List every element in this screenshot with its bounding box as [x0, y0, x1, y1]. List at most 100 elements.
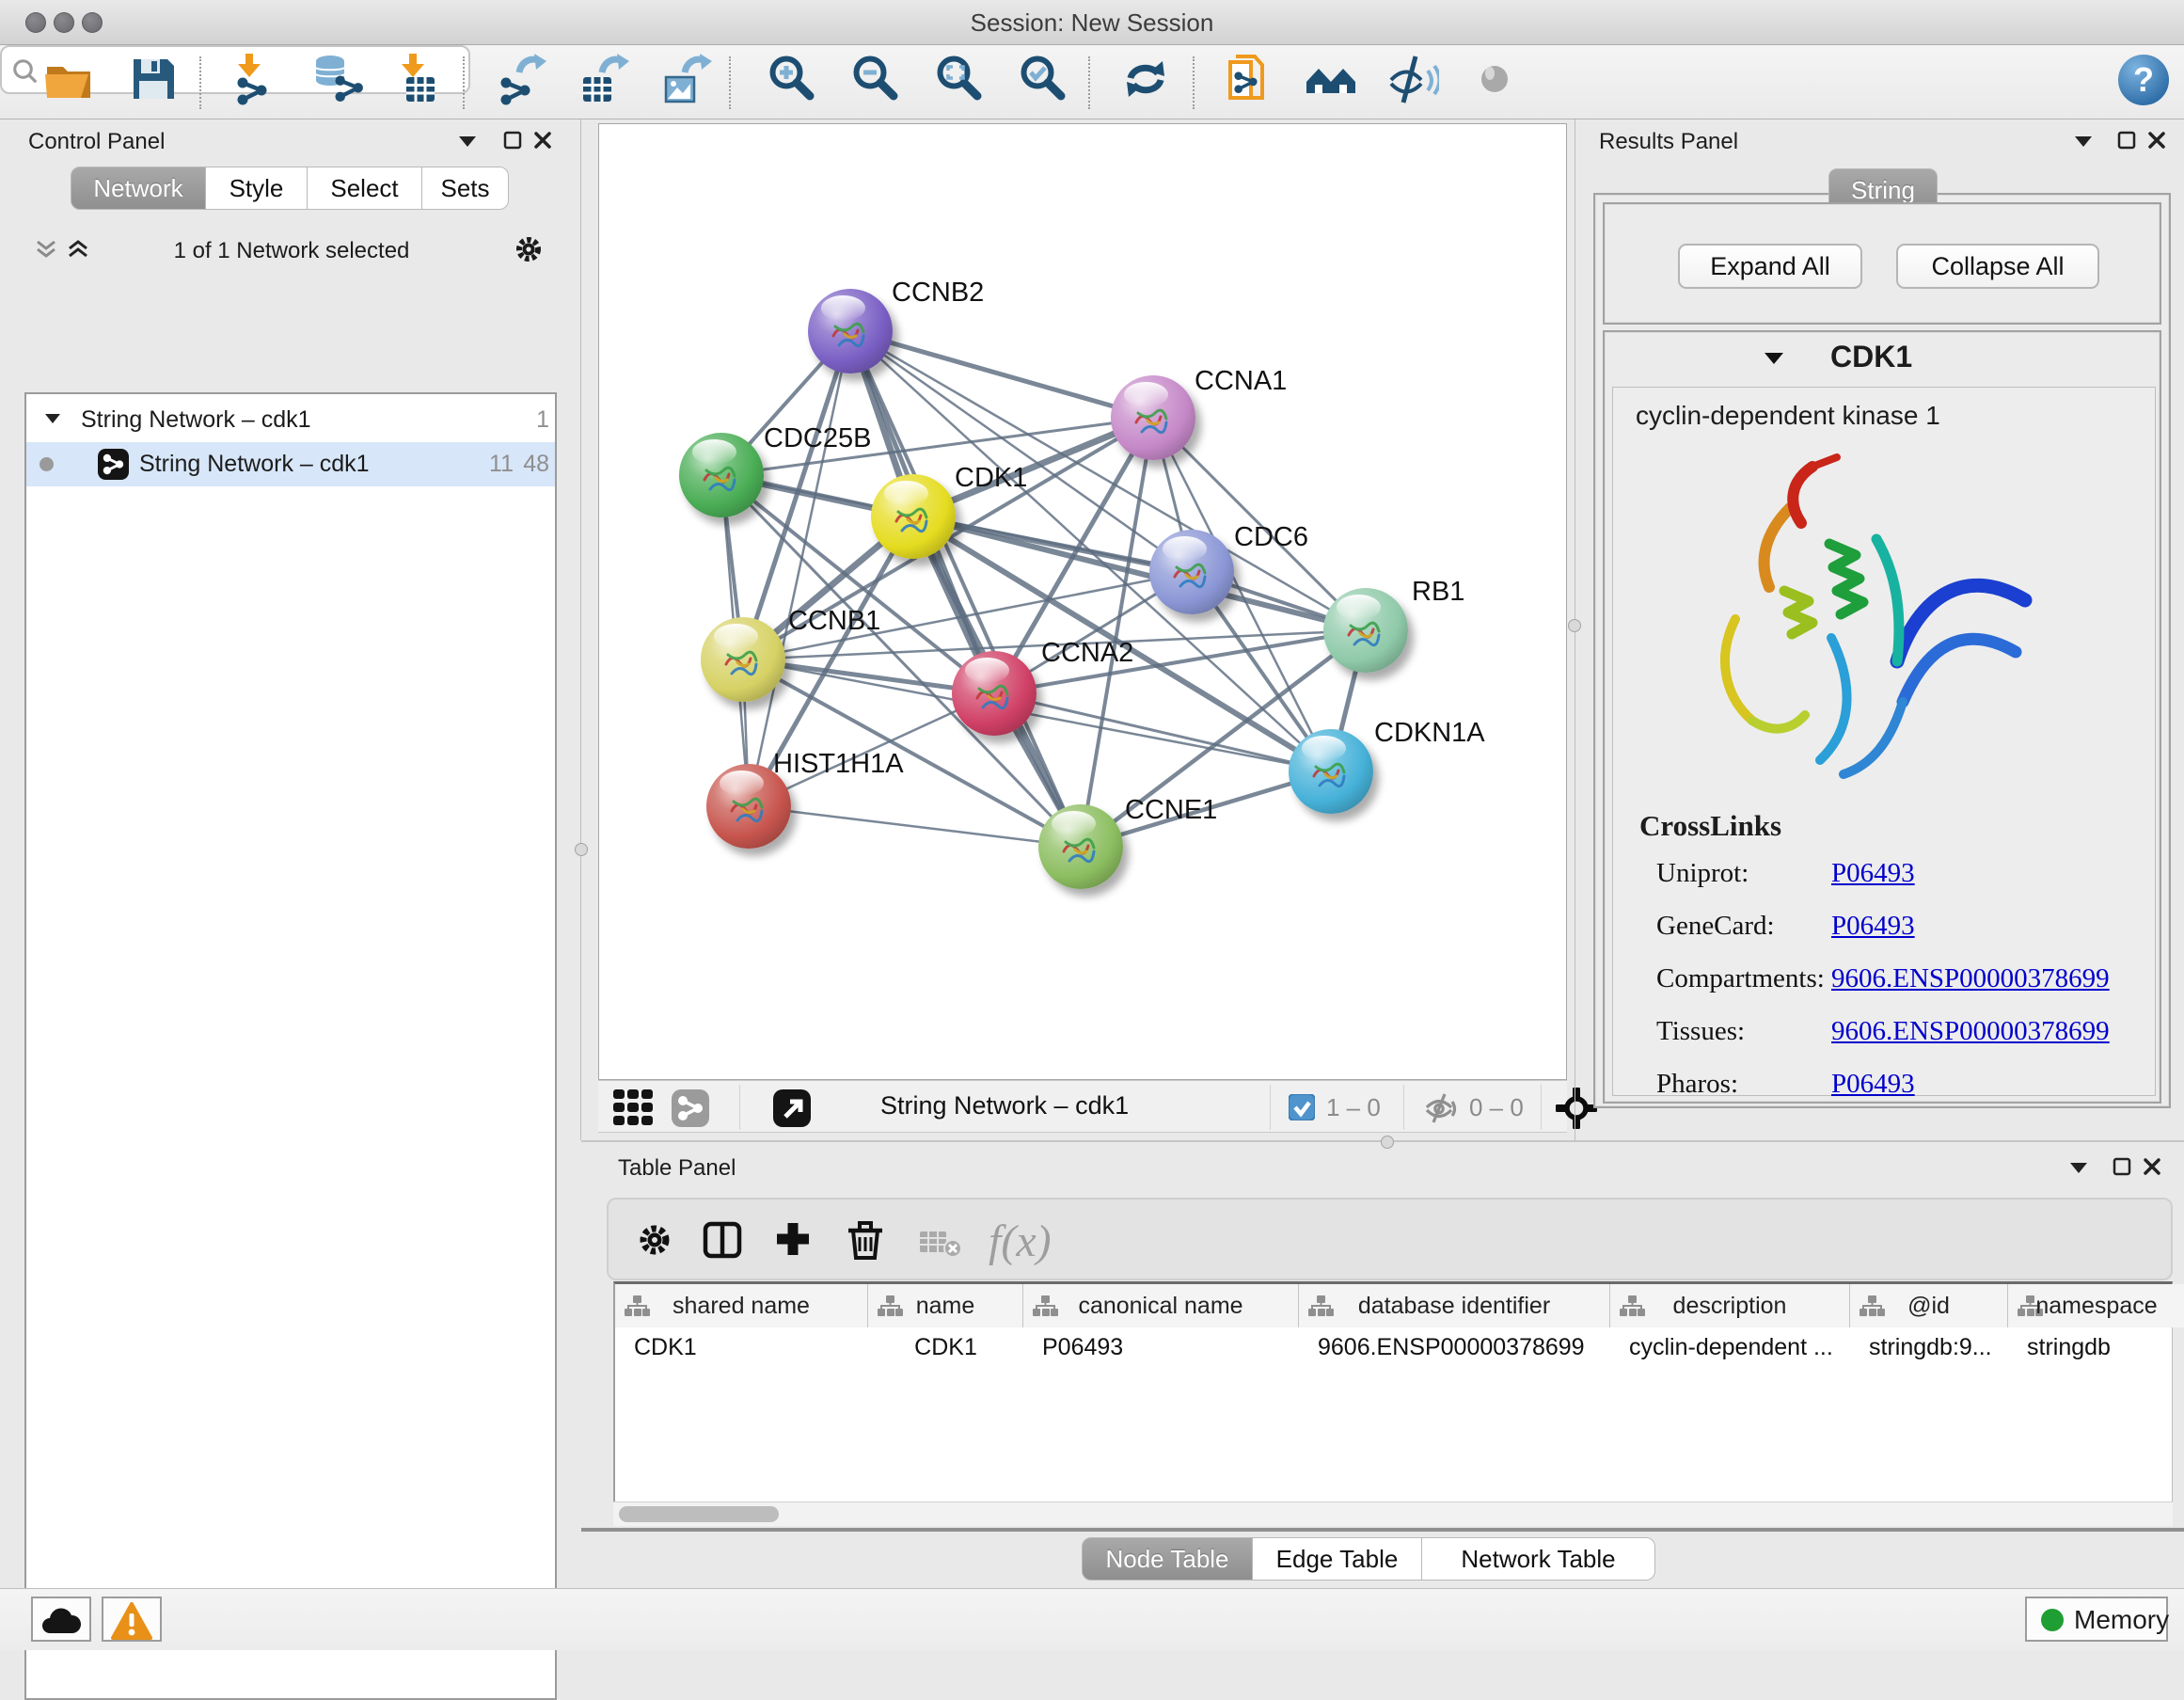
- table-cell[interactable]: CDK1: [868, 1327, 1023, 1367]
- tab-node-table[interactable]: Node Table: [1082, 1537, 1253, 1581]
- left-splitter-handle[interactable]: [575, 843, 588, 856]
- crosslink-label: Tissues:: [1656, 1016, 1745, 1047]
- results-panel: Results Panel String Expand All Collapse…: [1582, 119, 2184, 1140]
- table-cell[interactable]: cyclin-dependent ...: [1610, 1327, 1850, 1367]
- zoom-fit-button[interactable]: [934, 53, 990, 111]
- zoom-selected-button[interactable]: [1018, 53, 1074, 111]
- home-view-button[interactable]: [1305, 53, 1361, 111]
- collapse-panel-icon[interactable]: [2070, 1163, 2087, 1174]
- hidden-eye-icon[interactable]: [1420, 1092, 1460, 1124]
- network-node-CDC25B[interactable]: [679, 433, 764, 517]
- protein-thumbnail-icon: [1127, 394, 1179, 447]
- network-node-CCNA1[interactable]: [1111, 375, 1195, 460]
- toolbar-separator: [463, 56, 465, 109]
- close-panel-icon[interactable]: [533, 131, 552, 150]
- collapse-all-button[interactable]: Collapse All: [1896, 244, 2099, 289]
- memory-button[interactable]: Memory: [2025, 1597, 2168, 1642]
- table-horizontal-scrollbar[interactable]: [613, 1501, 2173, 1526]
- table-cell[interactable]: P06493: [1023, 1327, 1299, 1367]
- scrollbar-thumb[interactable]: [619, 1506, 779, 1522]
- column-header-description[interactable]: description: [1610, 1284, 1850, 1327]
- crosslink-value-link[interactable]: P06493: [1831, 911, 1915, 942]
- table-cell[interactable]: stringdb:9...: [1850, 1327, 2008, 1367]
- help-button[interactable]: ?: [2118, 55, 2169, 105]
- column-header-namespace[interactable]: namespace: [2008, 1284, 2184, 1327]
- add-column-icon[interactable]: [774, 1220, 812, 1258]
- zoom-fit-icon: [934, 53, 987, 105]
- right-splitter-handle[interactable]: [1568, 619, 1581, 632]
- export-table-button[interactable]: [578, 53, 634, 111]
- collapse-panel-icon[interactable]: [2075, 136, 2092, 148]
- refresh-view-button[interactable]: [1119, 53, 1176, 111]
- crosslink-value-link[interactable]: P06493: [1831, 1069, 1915, 1100]
- hide-details-button[interactable]: [1386, 53, 1443, 111]
- table-cell[interactable]: 9606.ENSP00000378699: [1299, 1327, 1610, 1367]
- network-node-CDC6[interactable]: [1149, 530, 1234, 614]
- cloud-button[interactable]: [31, 1597, 91, 1642]
- toolbar-separator: [729, 56, 731, 109]
- export-network-button[interactable]: [495, 53, 551, 111]
- network-node-CCNB2[interactable]: [808, 289, 893, 373]
- export-image-button[interactable]: [660, 53, 717, 111]
- zoom-out-button[interactable]: [850, 53, 907, 111]
- network-tree-row[interactable]: String Network – cdk11: [26, 398, 555, 442]
- network-canvas[interactable]: CCNB2CCNA1CDC25BCDK1CDC6RB1CCNB1CCNA2CDK…: [598, 123, 1567, 1080]
- column-header-databaseidentifier[interactable]: database identifier: [1299, 1284, 1610, 1327]
- table-cell[interactable]: stringdb: [2008, 1327, 2184, 1367]
- network-node-RB1[interactable]: [1323, 588, 1408, 673]
- warning-button[interactable]: [102, 1597, 162, 1642]
- close-panel-icon[interactable]: [2147, 131, 2166, 150]
- column-header-id[interactable]: @id: [1850, 1284, 2008, 1327]
- show-columns-icon[interactable]: [703, 1220, 742, 1260]
- save-session-button[interactable]: [127, 53, 183, 111]
- import-table-file-button[interactable]: [393, 53, 450, 111]
- close-panel-icon[interactable]: [2143, 1157, 2161, 1176]
- float-panel-icon[interactable]: [2113, 1157, 2131, 1176]
- expand-all-button[interactable]: Expand All: [1678, 244, 1862, 289]
- tab-select[interactable]: Select: [308, 167, 422, 210]
- tab-sets[interactable]: Sets: [422, 167, 509, 210]
- network-node-CCNE1[interactable]: [1038, 804, 1123, 889]
- selected-checkbox[interactable]: [1289, 1094, 1315, 1120]
- grid-view-icon[interactable]: [613, 1089, 657, 1125]
- float-panel-icon[interactable]: [2117, 131, 2136, 150]
- network-options-gear-icon[interactable]: [514, 234, 544, 264]
- share-document-button[interactable]: [1223, 53, 1279, 111]
- share-network-icon[interactable]: [672, 1089, 709, 1127]
- column-header-name[interactable]: name: [868, 1284, 1023, 1327]
- birdseye-icon[interactable]: [773, 1089, 811, 1127]
- crosslink-value-link[interactable]: 9606.ENSP00000378699: [1831, 1016, 2110, 1047]
- expand-all-icon[interactable]: [68, 240, 88, 259]
- collapse-all-icon[interactable]: [36, 240, 56, 259]
- tab-network-table[interactable]: Network Table: [1422, 1537, 1655, 1581]
- protein-thumbnail-icon: [968, 670, 1021, 723]
- network-node-CDKN1A[interactable]: [1289, 729, 1373, 814]
- zoom-in-button[interactable]: [767, 53, 823, 111]
- tree-expander-icon[interactable]: [45, 414, 60, 424]
- crosslink-value-link[interactable]: P06493: [1831, 858, 1915, 889]
- tab-style[interactable]: Style: [206, 167, 308, 210]
- tab-network[interactable]: Network: [71, 167, 206, 210]
- table-cell[interactable]: CDK1: [615, 1327, 868, 1367]
- network-tree-row[interactable]: String Network – cdk11148: [26, 442, 555, 486]
- divider: [580, 119, 581, 1140]
- show-details-button[interactable]: [1469, 53, 1526, 111]
- open-session-button[interactable]: [42, 53, 99, 111]
- network-node-CDK1[interactable]: [871, 474, 956, 559]
- crosslink-value-link[interactable]: 9606.ENSP00000378699: [1831, 963, 2110, 994]
- delete-column-icon[interactable]: [846, 1218, 885, 1262]
- node-table[interactable]: shared namenamecanonical namedatabase id…: [613, 1281, 2173, 1501]
- network-node-HIST1H1A[interactable]: [706, 764, 791, 849]
- import-network-file-button[interactable]: [229, 53, 286, 111]
- network-node-CCNA2[interactable]: [952, 651, 1037, 736]
- column-header-canonicalname[interactable]: canonical name: [1023, 1284, 1299, 1327]
- collapse-panel-icon[interactable]: [459, 136, 476, 148]
- network-node-CCNB1[interactable]: [701, 617, 785, 702]
- column-header-sharedname[interactable]: shared name: [615, 1284, 868, 1327]
- float-panel-icon[interactable]: [503, 131, 522, 150]
- import-network-database-button[interactable]: [312, 53, 369, 111]
- table-settings-gear-icon[interactable]: [637, 1222, 673, 1258]
- entry-expander-icon[interactable]: [1765, 353, 1783, 365]
- tab-edge-table[interactable]: Edge Table: [1253, 1537, 1422, 1581]
- control-panel: Control Panel NetworkStyleSelectSets 1 o…: [0, 119, 580, 1588]
